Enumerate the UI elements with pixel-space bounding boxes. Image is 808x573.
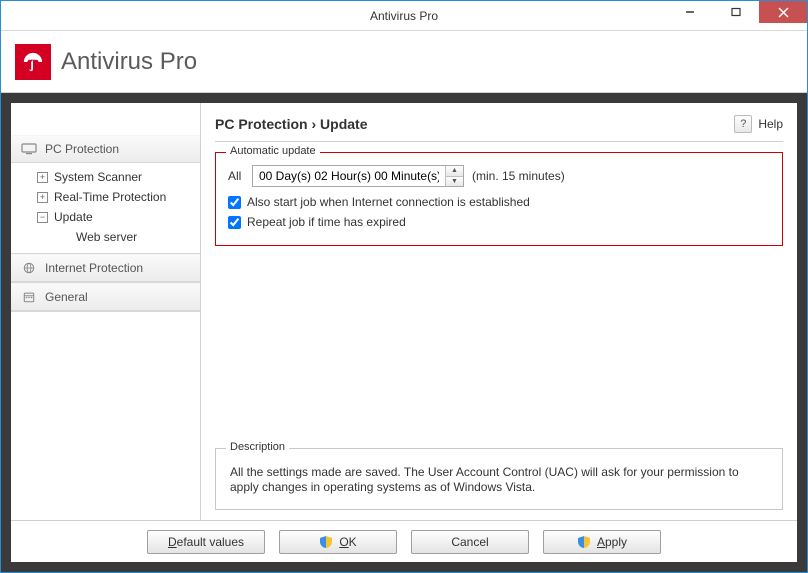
interval-lead: All [228, 169, 252, 183]
ok-button[interactable]: OKOK [279, 530, 397, 554]
app-window: Antivirus Pro Antivirus Pro [0, 0, 808, 573]
apply-button[interactable]: ApplyApply [543, 530, 661, 554]
cancel-button[interactable]: Cancel [411, 530, 529, 554]
calendar-icon [21, 291, 37, 303]
sidebar-label: Internet Protection [45, 261, 143, 275]
checkbox-repeat-expired[interactable] [228, 216, 241, 229]
sidebar-section-pc-protection: PC Protection + System Scanner + Real-Ti… [11, 135, 200, 254]
sidebar-section-internet-protection: Internet Protection [11, 254, 200, 283]
tree-pc-protection: + System Scanner + Real-Time Protection … [11, 163, 200, 253]
description-text: All the settings made are saved. The Use… [228, 461, 770, 499]
content-frame: PC Protection + System Scanner + Real-Ti… [1, 93, 807, 572]
app-title: Antivirus Pro [61, 48, 197, 76]
group-legend: Description [226, 441, 289, 453]
breadcrumb: PC Protection › Update [215, 116, 367, 132]
interval-spinner: ▲ ▼ [445, 166, 463, 186]
tree-item-web-server[interactable]: Web server [11, 227, 200, 247]
tree-item-system-scanner[interactable]: + System Scanner [11, 167, 200, 187]
tree-label: Web server [76, 229, 137, 245]
app-header: Antivirus Pro [1, 31, 807, 93]
close-button[interactable] [759, 1, 807, 23]
content-body: PC Protection + System Scanner + Real-Ti… [11, 103, 797, 520]
default-values-button[interactable]: DDefault valuesefault values [147, 530, 265, 554]
window-title: Antivirus Pro [141, 9, 667, 23]
description-group: Description All the settings made are sa… [215, 448, 783, 510]
minimize-button[interactable] [667, 1, 713, 23]
help-icon: ? [734, 115, 752, 133]
button-label: Cancel [451, 535, 488, 549]
main-panel: PC Protection › Update ? Help Automatic … [201, 103, 797, 520]
interval-hint: (min. 15 minutes) [472, 169, 565, 183]
sidebar-header-pc-protection[interactable]: PC Protection [11, 135, 200, 163]
tree-spacer [59, 232, 70, 243]
sidebar-label: General [45, 290, 88, 304]
spin-down-button[interactable]: ▼ [446, 177, 463, 187]
main-header: PC Protection › Update ? Help [215, 115, 783, 142]
group-legend: Automatic update [226, 145, 320, 157]
shield-icon [577, 535, 591, 549]
tree-item-realtime[interactable]: + Real-Time Protection [11, 187, 200, 207]
expand-icon[interactable]: + [37, 172, 48, 183]
maximize-button[interactable] [713, 1, 759, 23]
breadcrumb-section: PC Protection [215, 116, 308, 132]
tree-label: Real-Time Protection [54, 189, 166, 205]
sidebar-label: PC Protection [45, 142, 119, 156]
breadcrumb-page: Update [320, 116, 367, 132]
interval-input-box: ▲ ▼ [252, 165, 464, 187]
collapse-icon[interactable]: − [37, 212, 48, 223]
globe-icon [21, 262, 37, 274]
sidebar-header-internet-protection[interactable]: Internet Protection [11, 254, 200, 282]
brand-logo [15, 44, 51, 80]
help-button[interactable]: ? Help [734, 115, 783, 133]
sidebar-section-general: General [11, 283, 200, 312]
maximize-icon [731, 7, 741, 17]
sidebar: PC Protection + System Scanner + Real-Ti… [11, 103, 201, 520]
interval-input[interactable] [253, 166, 445, 186]
checkbox-start-on-connection[interactable] [228, 196, 241, 209]
tree-label: Update [54, 209, 93, 225]
checkbox-start-on-connection-row: Also start job when Internet connection … [228, 195, 770, 209]
sidebar-header-general[interactable]: General [11, 283, 200, 311]
checkbox-label: Also start job when Internet connection … [247, 195, 530, 209]
interval-row: All ▲ ▼ (min. 15 minutes) [228, 165, 770, 187]
checkbox-repeat-expired-row: Repeat job if time has expired [228, 215, 770, 229]
footer: DDefault valuesefault values OKOK Cancel… [11, 520, 797, 562]
automatic-update-group: Automatic update All ▲ ▼ (min. 15 minute… [215, 152, 783, 246]
tree-item-update[interactable]: − Update [11, 207, 200, 227]
umbrella-icon [22, 51, 44, 73]
shield-icon [319, 535, 333, 549]
monitor-icon [21, 143, 37, 155]
window-controls [667, 1, 807, 30]
spin-up-button[interactable]: ▲ [446, 166, 463, 177]
help-label: Help [758, 117, 783, 131]
minimize-icon [685, 7, 695, 17]
checkbox-label: Repeat job if time has expired [247, 215, 406, 229]
tree-label: System Scanner [54, 169, 142, 185]
expand-icon[interactable]: + [37, 192, 48, 203]
close-icon [778, 7, 789, 18]
titlebar: Antivirus Pro [1, 1, 807, 31]
